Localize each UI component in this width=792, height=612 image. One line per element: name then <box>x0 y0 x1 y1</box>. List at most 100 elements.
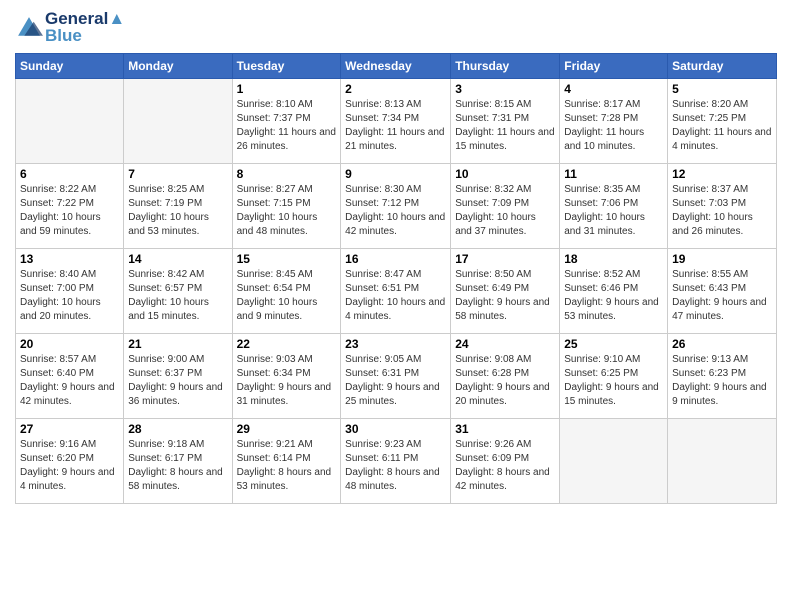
day-cell: 29Sunrise: 9:21 AM Sunset: 6:14 PM Dayli… <box>232 419 341 504</box>
day-info: Sunrise: 9:10 AM Sunset: 6:25 PM Dayligh… <box>564 353 663 409</box>
day-cell <box>124 79 232 164</box>
day-number: 15 <box>237 252 337 266</box>
day-cell: 10 Sunrise: 8:32 AM Sunset: 7:09 PM Dayli… <box>451 164 560 249</box>
day-cell: 13 Sunrise: 8:40 AM Sunset: 7:00 PM Dayli… <box>16 249 124 334</box>
day-info: Sunrise: 8:10 AM Sunset: 7:37 PM Dayligh… <box>237 98 337 154</box>
day-cell: 8 Sunrise: 8:27 AM Sunset: 7:15 PM Daylig… <box>232 164 341 249</box>
day-info: Sunrise: 8:47 AM Sunset: 6:51 PM Dayligh… <box>345 268 446 324</box>
day-number: 21 <box>128 337 227 351</box>
day-number: 17 <box>455 252 555 266</box>
day-number: 14 <box>128 252 227 266</box>
day-info: Sunrise: 8:52 AM Sunset: 6:46 PM Dayligh… <box>564 268 663 324</box>
week-row-3: 13 Sunrise: 8:40 AM Sunset: 7:00 PM Dayli… <box>16 249 777 334</box>
day-info: Sunrise: 8:35 AM Sunset: 7:06 PM Dayligh… <box>564 183 663 239</box>
day-cell: 17Sunrise: 8:50 AM Sunset: 6:49 PM Dayli… <box>451 249 560 334</box>
day-info: Sunrise: 8:45 AM Sunset: 6:54 PM Dayligh… <box>237 268 337 324</box>
day-info: Sunrise: 9:13 AM Sunset: 6:23 PM Dayligh… <box>672 353 772 409</box>
day-number: 28 <box>128 422 227 436</box>
day-info: Sunrise: 8:27 AM Sunset: 7:15 PM Dayligh… <box>237 183 337 239</box>
weekday-header-row: SundayMondayTuesdayWednesdayThursdayFrid… <box>16 54 777 79</box>
day-cell: 22Sunrise: 9:03 AM Sunset: 6:34 PM Dayli… <box>232 334 341 419</box>
day-info: Sunrise: 8:13 AM Sunset: 7:34 PM Dayligh… <box>345 98 446 154</box>
day-info: Sunrise: 8:42 AM Sunset: 6:57 PM Dayligh… <box>128 268 227 324</box>
day-number: 10 <box>455 167 555 181</box>
day-cell: 19 Sunrise: 8:55 AM Sunset: 6:43 PM Dayli… <box>668 249 777 334</box>
day-cell: 28 Sunrise: 9:18 AM Sunset: 6:17 PM Dayli… <box>124 419 232 504</box>
day-info: Sunrise: 9:05 AM Sunset: 6:31 PM Dayligh… <box>345 353 446 409</box>
calendar-table: SundayMondayTuesdayWednesdayThursdayFrid… <box>15 53 777 504</box>
weekday-wednesday: Wednesday <box>341 54 451 79</box>
day-number: 11 <box>564 167 663 181</box>
day-number: 24 <box>455 337 555 351</box>
page: General▲ Blue SundayMondayTuesdayWednesd… <box>0 0 792 612</box>
logo-blue: Blue <box>45 27 125 46</box>
day-info: Sunrise: 9:08 AM Sunset: 6:28 PM Dayligh… <box>455 353 555 409</box>
day-number: 2 <box>345 82 446 96</box>
day-number: 13 <box>20 252 119 266</box>
day-cell: 15 Sunrise: 8:45 AM Sunset: 6:54 PM Dayli… <box>232 249 341 334</box>
day-info: Sunrise: 8:55 AM Sunset: 6:43 PM Dayligh… <box>672 268 772 324</box>
day-cell: 12Sunrise: 8:37 AM Sunset: 7:03 PM Dayli… <box>668 164 777 249</box>
day-info: Sunrise: 8:25 AM Sunset: 7:19 PM Dayligh… <box>128 183 227 239</box>
header: General▲ Blue <box>15 10 777 45</box>
day-info: Sunrise: 8:30 AM Sunset: 7:12 PM Dayligh… <box>345 183 446 239</box>
day-number: 8 <box>237 167 337 181</box>
logo: General▲ Blue <box>15 10 125 45</box>
day-cell: 31 Sunrise: 9:26 AM Sunset: 6:09 PM Dayli… <box>451 419 560 504</box>
day-info: Sunrise: 9:26 AM Sunset: 6:09 PM Dayligh… <box>455 438 555 494</box>
week-row-1: 1 Sunrise: 8:10 AM Sunset: 7:37 PM Daylig… <box>16 79 777 164</box>
weekday-sunday: Sunday <box>16 54 124 79</box>
day-cell: 5Sunrise: 8:20 AM Sunset: 7:25 PM Daylig… <box>668 79 777 164</box>
week-row-2: 6 Sunrise: 8:22 AM Sunset: 7:22 PM Daylig… <box>16 164 777 249</box>
day-cell: 6 Sunrise: 8:22 AM Sunset: 7:22 PM Daylig… <box>16 164 124 249</box>
day-cell: 20 Sunrise: 8:57 AM Sunset: 6:40 PM Dayli… <box>16 334 124 419</box>
day-info: Sunrise: 8:15 AM Sunset: 7:31 PM Dayligh… <box>455 98 555 154</box>
weekday-saturday: Saturday <box>668 54 777 79</box>
day-info: Sunrise: 8:17 AM Sunset: 7:28 PM Dayligh… <box>564 98 663 154</box>
logo-icon <box>15 14 43 42</box>
day-info: Sunrise: 9:00 AM Sunset: 6:37 PM Dayligh… <box>128 353 227 409</box>
weekday-thursday: Thursday <box>451 54 560 79</box>
day-cell <box>560 419 668 504</box>
day-cell: 27Sunrise: 9:16 AM Sunset: 6:20 PM Dayli… <box>16 419 124 504</box>
day-number: 9 <box>345 167 446 181</box>
day-number: 3 <box>455 82 555 96</box>
day-info: Sunrise: 9:23 AM Sunset: 6:11 PM Dayligh… <box>345 438 446 494</box>
day-cell: 16 Sunrise: 8:47 AM Sunset: 6:51 PM Dayli… <box>341 249 451 334</box>
day-number: 20 <box>20 337 119 351</box>
day-info: Sunrise: 8:20 AM Sunset: 7:25 PM Dayligh… <box>672 98 772 154</box>
day-number: 19 <box>672 252 772 266</box>
day-cell: 1 Sunrise: 8:10 AM Sunset: 7:37 PM Daylig… <box>232 79 341 164</box>
day-number: 7 <box>128 167 227 181</box>
day-number: 26 <box>672 337 772 351</box>
day-info: Sunrise: 8:57 AM Sunset: 6:40 PM Dayligh… <box>20 353 119 409</box>
day-number: 31 <box>455 422 555 436</box>
day-cell: 26 Sunrise: 9:13 AM Sunset: 6:23 PM Dayli… <box>668 334 777 419</box>
day-number: 6 <box>20 167 119 181</box>
day-cell: 24 Sunrise: 9:08 AM Sunset: 6:28 PM Dayli… <box>451 334 560 419</box>
day-number: 27 <box>20 422 119 436</box>
day-cell <box>668 419 777 504</box>
day-cell: 23 Sunrise: 9:05 AM Sunset: 6:31 PM Dayli… <box>341 334 451 419</box>
weekday-monday: Monday <box>124 54 232 79</box>
day-info: Sunrise: 8:37 AM Sunset: 7:03 PM Dayligh… <box>672 183 772 239</box>
day-number: 29 <box>237 422 337 436</box>
day-info: Sunrise: 9:18 AM Sunset: 6:17 PM Dayligh… <box>128 438 227 494</box>
day-info: Sunrise: 8:22 AM Sunset: 7:22 PM Dayligh… <box>20 183 119 239</box>
day-number: 16 <box>345 252 446 266</box>
day-number: 25 <box>564 337 663 351</box>
day-cell: 21 Sunrise: 9:00 AM Sunset: 6:37 PM Dayli… <box>124 334 232 419</box>
day-number: 1 <box>237 82 337 96</box>
day-info: Sunrise: 8:40 AM Sunset: 7:00 PM Dayligh… <box>20 268 119 324</box>
weekday-friday: Friday <box>560 54 668 79</box>
day-cell: 9 Sunrise: 8:30 AM Sunset: 7:12 PM Daylig… <box>341 164 451 249</box>
weekday-tuesday: Tuesday <box>232 54 341 79</box>
day-number: 22 <box>237 337 337 351</box>
day-cell: 7 Sunrise: 8:25 AM Sunset: 7:19 PM Daylig… <box>124 164 232 249</box>
week-row-4: 20 Sunrise: 8:57 AM Sunset: 6:40 PM Dayli… <box>16 334 777 419</box>
day-info: Sunrise: 8:32 AM Sunset: 7:09 PM Dayligh… <box>455 183 555 239</box>
day-number: 23 <box>345 337 446 351</box>
day-cell: 18Sunrise: 8:52 AM Sunset: 6:46 PM Dayli… <box>560 249 668 334</box>
day-cell: 30Sunrise: 9:23 AM Sunset: 6:11 PM Dayli… <box>341 419 451 504</box>
day-cell: 14 Sunrise: 8:42 AM Sunset: 6:57 PM Dayli… <box>124 249 232 334</box>
